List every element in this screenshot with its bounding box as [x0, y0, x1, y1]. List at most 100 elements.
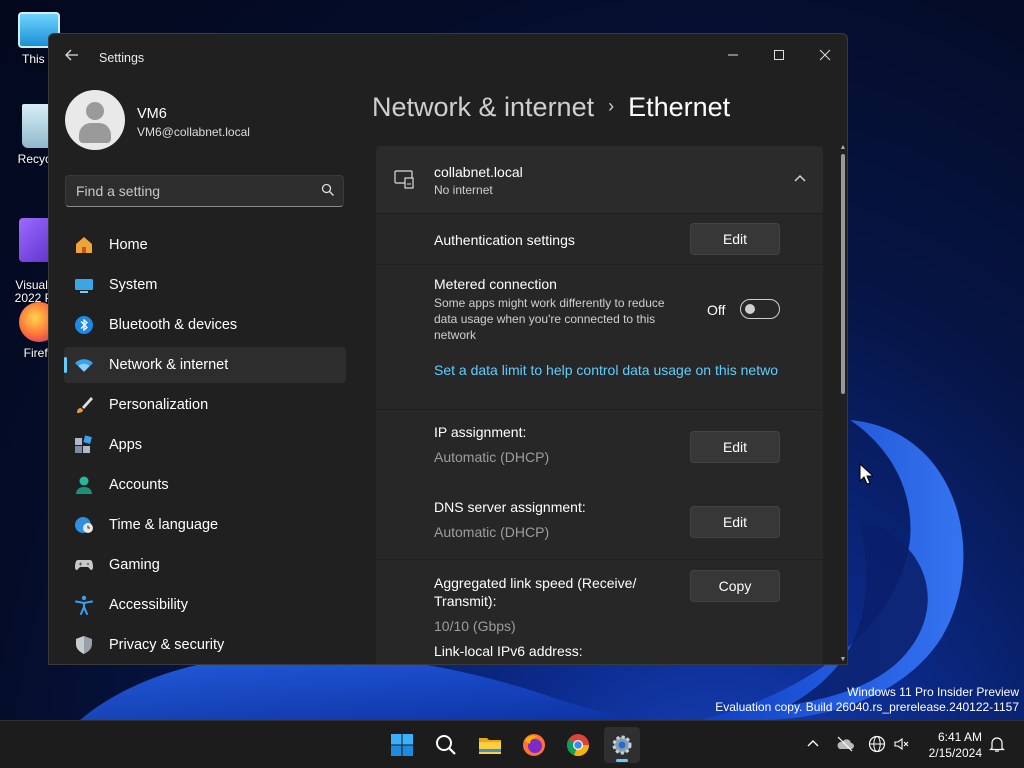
volume-muted-icon[interactable] — [893, 735, 911, 753]
scroll-up-icon[interactable]: ▲ — [839, 144, 847, 152]
clock-time: 6:41 AM — [937, 730, 982, 744]
search-icon — [436, 735, 456, 755]
auth-edit-button[interactable]: Edit — [690, 223, 780, 255]
home-icon — [76, 237, 92, 253]
link-speed-label: Aggregated link speed (Receive/ Transmit… — [434, 575, 637, 609]
page-title: Ethernet — [628, 92, 731, 122]
mouse-cursor-icon — [859, 463, 873, 485]
network-card-header[interactable]: collabnet.local No internet — [376, 146, 823, 213]
copy-button[interactable]: Copy — [690, 570, 780, 602]
scrollbar[interactable]: ▲ ▼ — [839, 144, 847, 664]
start-button[interactable] — [384, 727, 420, 763]
data-limit-link[interactable]: Set a data limit to help control data us… — [434, 362, 779, 378]
user-email: VM6@collabnet.local — [137, 125, 250, 139]
sidebar-item-gaming[interactable]: Gaming — [64, 547, 346, 583]
chrome-button[interactable] — [560, 727, 596, 763]
scroll-thumb[interactable] — [841, 154, 845, 394]
taskbar: 6:41 AM 2/15/2024 — [0, 720, 1024, 768]
scroll-down-icon[interactable]: ▼ — [839, 656, 847, 664]
close-button[interactable] — [803, 40, 847, 70]
metered-toggle[interactable] — [740, 299, 780, 319]
notification-bell-icon[interactable] — [988, 735, 1006, 753]
settings-icon — [612, 735, 632, 755]
user-profile[interactable]: VM6 VM6@collabnet.local — [65, 90, 355, 154]
firefox-icon — [523, 734, 545, 756]
sidebar-item-label: Accessibility — [109, 597, 188, 613]
sidebar-item-accessibility[interactable]: Accessibility — [64, 587, 346, 623]
sidebar-item-label: Bluetooth & devices — [109, 317, 238, 333]
sidebar-item-label: Accounts — [109, 477, 169, 493]
wifi-icon — [75, 359, 93, 372]
properties-row: Aggregated link speed (Receive/ Transmit… — [376, 560, 823, 664]
sidebar-item-personalization[interactable]: Personalization — [64, 387, 346, 423]
network-status: No internet — [434, 183, 493, 197]
sidebar-item-bluetooth[interactable]: Bluetooth & devices — [64, 307, 346, 343]
user-name: VM6 — [137, 106, 167, 122]
search-box[interactable] — [65, 175, 344, 207]
sidebar-item-home[interactable]: Home — [64, 227, 346, 263]
sidebar-item-time-language[interactable]: Time & language — [64, 507, 346, 543]
start-icon — [391, 734, 413, 756]
sidebar-item-label: System — [109, 277, 158, 293]
file-explorer-button[interactable] — [472, 727, 508, 763]
dns-assignment-label: DNS server assignment: — [434, 499, 586, 515]
chevron-up-icon[interactable] — [804, 735, 822, 753]
search-icon[interactable] — [321, 183, 335, 197]
sidebar-item-label: Home — [109, 237, 148, 253]
ipv6-label: Link-local IPv6 address: — [434, 643, 583, 659]
system-icon — [75, 279, 93, 293]
search-input[interactable] — [76, 176, 306, 206]
onedrive-icon[interactable] — [836, 735, 854, 753]
sidebar-item-accounts[interactable]: Accounts — [64, 467, 346, 503]
arrow-left-icon — [65, 49, 78, 61]
bluetooth-icon — [75, 316, 93, 334]
file-explorer-icon — [479, 738, 501, 754]
evaluation-watermark: Windows 11 Pro Insider Preview Evaluatio… — [715, 685, 1019, 715]
minimize-icon — [728, 54, 738, 56]
taskbar-search-button[interactable] — [428, 727, 464, 763]
chrome-icon — [566, 734, 590, 757]
watermark-line-1: Windows 11 Pro Insider Preview — [847, 685, 1019, 699]
sidebar-item-system[interactable]: System — [64, 267, 346, 303]
ethernet-settings-panel: collabnet.local No internet Authenticati… — [376, 146, 823, 664]
maximize-button[interactable] — [757, 40, 801, 70]
sidebar-item-label: Apps — [109, 437, 143, 453]
ip-assignment-label: IP assignment: — [434, 424, 527, 440]
globe-clock-icon — [75, 517, 93, 533]
close-icon — [819, 49, 831, 61]
sidebar-item-label: Privacy & security — [109, 637, 225, 653]
breadcrumb-parent[interactable]: Network & internet — [372, 92, 594, 122]
sidebar-item-network[interactable]: Network & internet — [64, 347, 346, 383]
app-title: Settings — [99, 51, 145, 65]
watermark-line-2: Evaluation copy. Build 26040.rs_prerelea… — [715, 700, 1019, 714]
metered-description: Some apps might work differently to redu… — [434, 296, 665, 342]
brush-icon — [77, 397, 93, 413]
metered-state: Off — [707, 302, 726, 318]
dns-edit-button[interactable]: Edit — [690, 506, 780, 538]
sidebar-item-privacy[interactable]: Privacy & security — [64, 627, 346, 663]
ethernet-icon — [394, 170, 414, 189]
title-bar[interactable]: Settings — [49, 34, 847, 82]
firefox-button[interactable] — [516, 727, 552, 763]
sidebar-item-label: Personalization — [109, 397, 209, 413]
chevron-right-icon: › — [608, 96, 615, 116]
ip-assignment-value: Automatic (DHCP) — [434, 449, 550, 465]
back-button[interactable] — [61, 48, 83, 68]
sidebar-item-label: Gaming — [109, 557, 160, 573]
accounts-icon — [76, 476, 92, 494]
sidebar-item-label: Time & language — [109, 517, 219, 533]
ip-edit-button[interactable]: Edit — [690, 431, 780, 463]
minimize-button[interactable] — [711, 40, 755, 70]
network-globe-icon[interactable] — [868, 735, 886, 753]
link-speed-value: 10/10 (Gbps) — [434, 618, 516, 634]
settings-taskbar-button[interactable] — [604, 727, 640, 763]
toggle-knob — [745, 304, 755, 314]
shield-icon — [76, 636, 92, 654]
chevron-up-icon[interactable] — [791, 170, 809, 188]
dns-assignment-value: Automatic (DHCP) — [434, 524, 550, 540]
network-name: collabnet.local — [434, 164, 523, 180]
breadcrumb: Network & internet › Ethernet — [372, 92, 730, 123]
sidebar-item-apps[interactable]: Apps — [64, 427, 346, 463]
clock-date: 2/15/2024 — [928, 746, 982, 760]
clock[interactable]: 6:41 AM 2/15/2024 — [920, 729, 982, 761]
